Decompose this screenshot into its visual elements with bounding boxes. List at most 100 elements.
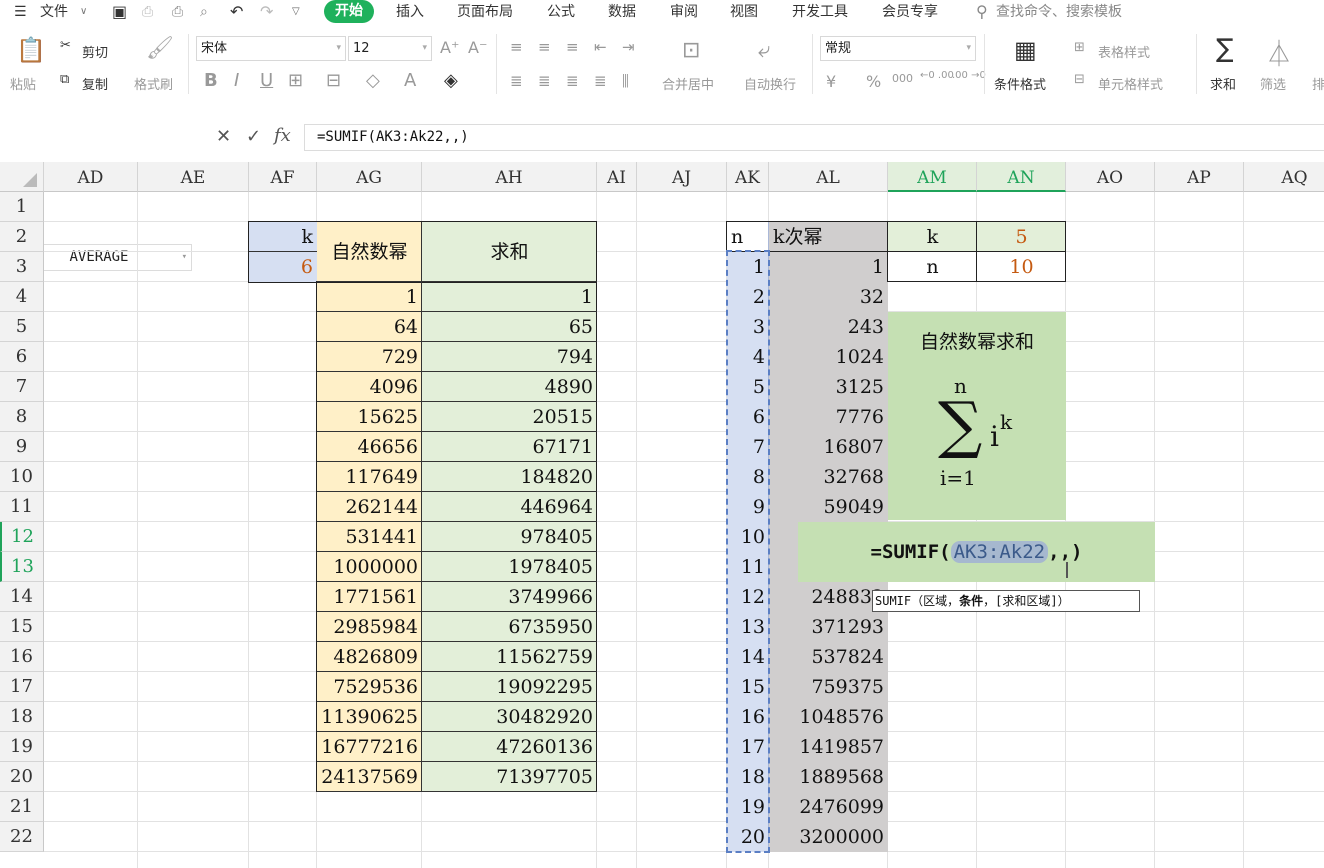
row-header-6[interactable]: 6 — [0, 342, 44, 372]
sum-cell[interactable]: 11562759 — [422, 642, 597, 672]
power-cell[interactable]: 11390625 — [317, 702, 422, 732]
col-header-ap[interactable]: AP — [1155, 162, 1244, 192]
power-cell[interactable]: 262144 — [317, 492, 422, 522]
col-header-ad[interactable]: AD — [44, 162, 138, 192]
param-n-label[interactable]: n — [888, 252, 977, 282]
conditional-format-button[interactable]: 条件格式 — [994, 74, 1046, 93]
param-n-value[interactable]: 10 — [977, 252, 1066, 282]
row-header-4[interactable]: 4 — [0, 282, 44, 312]
n-cell[interactable]: 17 — [727, 732, 769, 762]
col-header-an[interactable]: AN — [977, 162, 1066, 192]
tab-page-layout[interactable]: 页面布局 — [457, 0, 513, 24]
row-header-5[interactable]: 5 — [0, 312, 44, 342]
power-cell[interactable]: 64 — [317, 312, 422, 342]
font-name-select[interactable]: 宋体 ▾ — [196, 36, 346, 61]
n-cell[interactable]: 19 — [727, 792, 769, 822]
sum-cell[interactable]: 71397705 — [422, 762, 597, 792]
sum-button[interactable]: 求和 — [1210, 74, 1236, 93]
font-color-icon[interactable]: A — [404, 70, 416, 91]
power-cell[interactable]: 2985984 — [317, 612, 422, 642]
n-cell[interactable]: 15 — [727, 672, 769, 702]
kpow-cell[interactable]: 537824 — [769, 642, 888, 672]
cell-editor[interactable]: =SUMIF(AK3:Ak22,,) — [798, 522, 1155, 582]
kpow-cell[interactable]: 759375 — [769, 672, 888, 702]
wrap-icon[interactable]: ⤶ — [758, 38, 770, 63]
kpow-cell[interactable]: 32768 — [769, 462, 888, 492]
row-header-16[interactable]: 16 — [0, 642, 44, 672]
table-style-icon[interactable]: ⊞ — [1074, 40, 1085, 55]
sum-cell[interactable]: 184820 — [422, 462, 597, 492]
power-cell[interactable]: 16777216 — [317, 732, 422, 762]
header-n[interactable]: n — [727, 222, 769, 252]
row-header-2[interactable]: 2 — [0, 222, 44, 252]
kpow-cell[interactable]: 32 — [769, 282, 888, 312]
copy-button[interactable]: 复制 — [82, 74, 108, 93]
sum-cell[interactable]: 1978405 — [422, 552, 597, 582]
eraser-icon[interactable]: ◈ — [444, 70, 458, 91]
kpow-cell[interactable]: 2476099 — [769, 792, 888, 822]
kpow-cell[interactable]: 16807 — [769, 432, 888, 462]
n-cell[interactable]: 7 — [727, 432, 769, 462]
cut-button[interactable]: 剪切 — [82, 42, 108, 61]
align-middle-icon[interactable]: ≡ — [538, 38, 551, 56]
sum-cell[interactable]: 30482920 — [422, 702, 597, 732]
file-menu[interactable]: 文件 — [40, 0, 68, 24]
header-power[interactable]: 自然数幂 — [317, 222, 422, 282]
col-header-am[interactable]: AM — [888, 162, 977, 192]
filter-icon[interactable]: ⏃ — [1266, 34, 1292, 71]
sum-cell[interactable]: 67171 — [422, 432, 597, 462]
format-painter-button[interactable]: 格式刷 — [134, 74, 173, 93]
row-header-20[interactable]: 20 — [0, 762, 44, 792]
col-header-aq[interactable]: AQ — [1244, 162, 1324, 192]
italic-button[interactable]: I — [234, 70, 239, 91]
kpow-cell[interactable]: 371293 — [769, 612, 888, 642]
col-header-ae[interactable]: AE — [138, 162, 249, 192]
kpow-cell[interactable]: 7776 — [769, 402, 888, 432]
k-label-cell[interactable]: k — [249, 222, 317, 252]
save-icon[interactable]: ▣ — [112, 0, 127, 24]
col-header-ao[interactable]: AO — [1066, 162, 1155, 192]
col-header-ai[interactable]: AI — [597, 162, 637, 192]
conditional-format-icon[interactable]: ▦ — [1014, 36, 1037, 64]
tab-member[interactable]: 会员专享 — [882, 0, 938, 24]
cell-style-icon[interactable]: ⊟ — [1074, 72, 1085, 87]
sum-cell[interactable]: 4890 — [422, 372, 597, 402]
formula-input[interactable]: =SUMIF(AK3:Ak22,,) — [304, 124, 1324, 151]
command-search-input[interactable]: 查找命令、搜索模板 — [996, 0, 1122, 24]
decrease-decimal-button[interactable]: .00 →0 — [952, 70, 986, 81]
n-cell[interactable]: 11 — [727, 552, 769, 582]
chevron-down-icon[interactable]: ∨ — [80, 0, 87, 24]
kpow-cell[interactable]: 1889568 — [769, 762, 888, 792]
bold-button[interactable]: B — [204, 70, 218, 91]
scissors-icon[interactable]: ✂ — [60, 38, 71, 53]
align-bottom-icon[interactable]: ≡ — [566, 38, 579, 56]
sum-cell[interactable]: 3749966 — [422, 582, 597, 612]
n-cell[interactable]: 8 — [727, 462, 769, 492]
cell-style-button[interactable]: 单元格样式 — [1098, 74, 1163, 93]
quick-access-more-icon[interactable]: ▽ — [292, 0, 300, 24]
kpow-cell[interactable]: 1024 — [769, 342, 888, 372]
align-top-icon[interactable]: ≡ — [510, 38, 523, 56]
row-header-3[interactable]: 3 — [0, 252, 44, 282]
kpow-cell[interactable]: 1419857 — [769, 732, 888, 762]
table-style-button[interactable]: 表格样式 — [1098, 42, 1150, 61]
n-cell[interactable]: 9 — [727, 492, 769, 522]
merge-icon[interactable]: ⊡ — [682, 38, 700, 63]
indent-decrease-icon[interactable]: ⇤ — [594, 38, 607, 56]
sum-cell[interactable]: 47260136 — [422, 732, 597, 762]
row-header-18[interactable]: 18 — [0, 702, 44, 732]
merge-center-button[interactable]: 合并居中 — [662, 74, 714, 93]
power-cell[interactable]: 46656 — [317, 432, 422, 462]
font-size-select[interactable]: 12 ▾ — [348, 36, 432, 61]
number-format-select[interactable]: 常规 ▾ — [820, 36, 976, 61]
justify-icon[interactable]: ≣ — [594, 72, 607, 90]
col-header-ak[interactable]: AK — [727, 162, 769, 192]
power-cell[interactable]: 24137569 — [317, 762, 422, 792]
power-cell[interactable]: 7529536 — [317, 672, 422, 702]
copy-icon[interactable]: ⧉ — [60, 72, 69, 87]
row-header-22[interactable]: 22 — [0, 822, 44, 852]
tab-view[interactable]: 视图 — [730, 0, 758, 24]
sum-cell[interactable]: 794 — [422, 342, 597, 372]
brush-icon[interactable]: 🖌 — [146, 36, 174, 61]
filter-button[interactable]: 筛选 — [1260, 74, 1286, 93]
